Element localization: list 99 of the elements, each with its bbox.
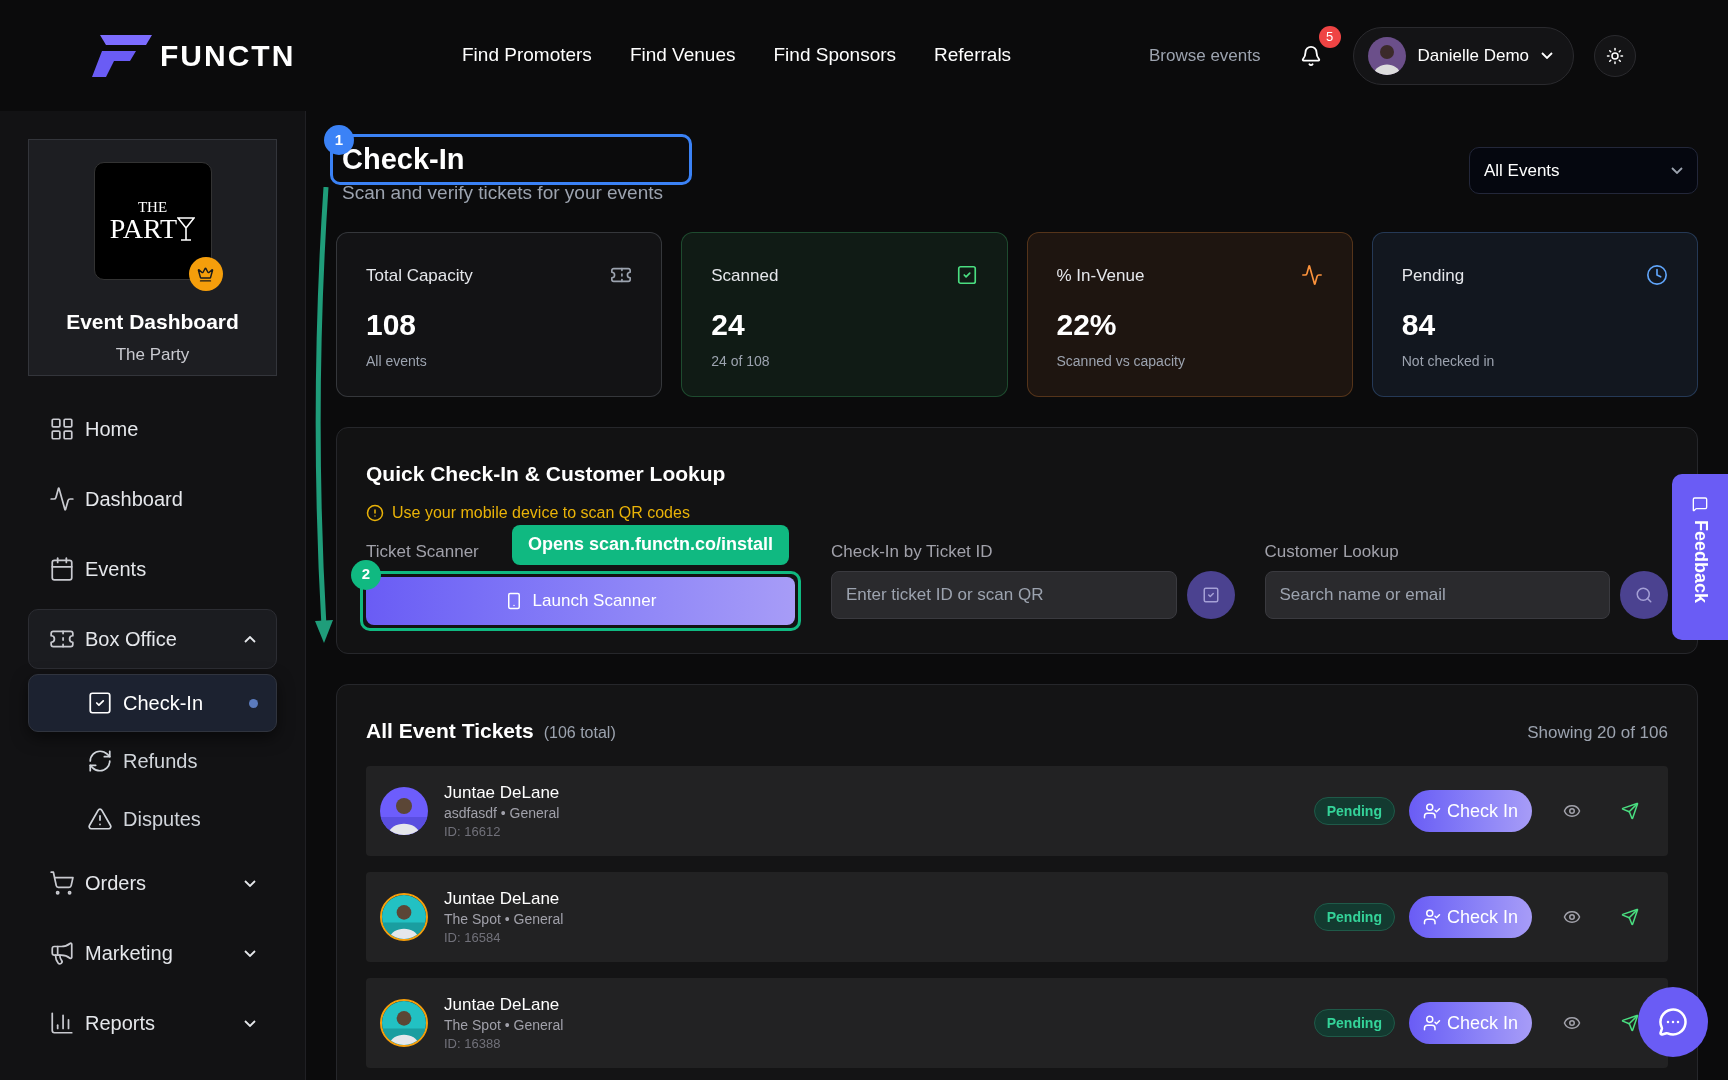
logo-text: THE	[137, 199, 168, 215]
section-title: Quick Check-In & Customer Lookup	[366, 460, 727, 487]
field-label: Customer Lookup	[1264, 541, 1400, 563]
chevron-down-icon	[244, 879, 256, 887]
bar-chart-icon	[49, 1010, 75, 1036]
chat-icon	[1658, 1007, 1688, 1037]
stat-note: Scanned vs capacity	[1056, 352, 1186, 371]
theme-toggle[interactable]	[1594, 34, 1636, 77]
calendar-icon	[49, 556, 75, 582]
sidebar-subitem[interactable]: Disputes	[28, 790, 277, 848]
logo-icon	[92, 34, 152, 77]
checkbox-icon	[1201, 585, 1220, 604]
warning-icon	[87, 806, 113, 832]
nav-link[interactable]: Referrals	[934, 41, 1012, 70]
stat-value: 22%	[1056, 307, 1118, 343]
sidebar-item[interactable]: Events	[28, 539, 277, 599]
event-dashboard-title: Event Dashboard	[66, 309, 239, 335]
eye-icon	[1563, 802, 1581, 820]
event-filter-dropdown[interactable]: All Events	[1469, 147, 1698, 194]
showing-count: Showing 20 of 106	[1527, 721, 1668, 744]
martini-glass-icon	[177, 214, 196, 243]
chevron-down-icon	[244, 949, 256, 957]
stat-label: Total Capacity	[366, 264, 473, 287]
send-icon	[1621, 908, 1639, 926]
nav-link[interactable]: Find Sponsors	[773, 41, 897, 70]
crown-badge	[188, 257, 223, 291]
user-check-icon	[1422, 1014, 1441, 1032]
user-check-icon	[1422, 802, 1441, 820]
cart-icon	[49, 870, 75, 896]
ticket-id: ID: 16584	[444, 930, 502, 947]
status-badge: Pending	[1313, 797, 1395, 825]
send-button[interactable]	[1620, 801, 1640, 821]
notification-count: 5	[1318, 25, 1341, 48]
megaphone-icon	[49, 940, 75, 966]
eye-icon	[1563, 908, 1581, 926]
pulse-icon	[49, 486, 75, 512]
nav-link[interactable]: Find Promoters	[462, 41, 592, 70]
user-menu[interactable]: Danielle Demo	[1352, 26, 1574, 85]
page-subtitle: Scan and verify tickets for your events	[342, 181, 664, 205]
checkbox-icon	[87, 690, 113, 716]
ticket-id: ID: 16612	[444, 824, 502, 841]
chevron-down-icon	[1671, 167, 1683, 174]
browse-events-link[interactable]: Browse events	[1149, 42, 1261, 69]
sidebar-item[interactable]: Home	[28, 399, 277, 459]
send-button[interactable]	[1620, 907, 1640, 927]
customer-search-field[interactable]: Search name or email	[1264, 570, 1610, 619]
sidebar-item[interactable]: Orders	[28, 853, 277, 913]
send-icon	[1621, 802, 1639, 820]
ticket-count: (106 total)	[543, 722, 616, 743]
notice-text: Use your mobile device to scan QR codes	[392, 503, 690, 523]
sidebar-item[interactable]: Box Office	[28, 609, 277, 669]
step-badge: 2	[351, 559, 381, 590]
user-check-icon	[1422, 908, 1441, 926]
stat-note: 24 of 108	[711, 352, 771, 371]
tooltip: Opens scan.functn.co/install	[512, 524, 790, 565]
attendee-name: Juntae DeLane	[444, 781, 560, 803]
ticket-id: ID: 16388	[444, 1036, 502, 1053]
attendee-name: Juntae DeLane	[444, 887, 561, 909]
event-name: The Party	[115, 343, 190, 366]
feedback-tab[interactable]: Feedback	[1672, 474, 1728, 640]
logo-text: PART	[109, 214, 178, 243]
send-button[interactable]	[1620, 1013, 1640, 1033]
send-icon	[1621, 1014, 1639, 1032]
sidebar-subitem[interactable]: Check-In	[28, 674, 277, 732]
search-icon	[1635, 585, 1653, 604]
chevron-down-icon	[1541, 52, 1553, 59]
stat-label: Pending	[1401, 264, 1465, 287]
alert-icon	[366, 504, 384, 522]
status-badge: Pending	[1313, 903, 1395, 931]
stat-note: Not checked in	[1401, 352, 1496, 371]
section-title: All Event Tickets	[366, 717, 534, 744]
search-button[interactable]	[1620, 570, 1668, 619]
ticket-details: The Spot • General	[444, 1016, 564, 1035]
sidebar-item[interactable]: Reports	[28, 993, 277, 1053]
eye-icon	[1563, 1014, 1581, 1032]
bell-icon	[1299, 44, 1322, 67]
stat-note: All events	[366, 352, 428, 371]
stat-label: % In-Venue	[1056, 264, 1145, 287]
sidebar-item[interactable]: Marketing	[28, 923, 277, 983]
nav-link[interactable]: Find Venues	[629, 41, 736, 70]
ticket-details: The Spot • General	[444, 910, 564, 929]
field-label: Check-In by Ticket ID	[831, 541, 994, 563]
refresh-icon	[87, 748, 113, 774]
sun-icon	[1606, 46, 1624, 65]
stat-label: Scanned	[711, 264, 779, 287]
grid-icon	[49, 416, 75, 442]
attendee-name: Juntae DeLane	[444, 993, 561, 1015]
status-badge: Pending	[1313, 1009, 1395, 1037]
brand-name: FUNCTN	[160, 38, 296, 74]
stat-value: 108	[366, 307, 418, 343]
ticket-id-field[interactable]: Enter ticket ID or scan QR	[831, 570, 1177, 619]
stat-value: 24	[711, 307, 746, 343]
message-icon	[1692, 496, 1708, 512]
sidebar-subitem[interactable]: Refunds	[28, 732, 277, 790]
stat-value: 84	[1401, 307, 1437, 343]
chevron-up-icon	[244, 635, 256, 643]
chevron-down-icon	[244, 1019, 256, 1027]
ticket-details: asdfasdf • General	[444, 804, 560, 823]
sidebar-item[interactable]: Dashboard	[28, 469, 277, 529]
